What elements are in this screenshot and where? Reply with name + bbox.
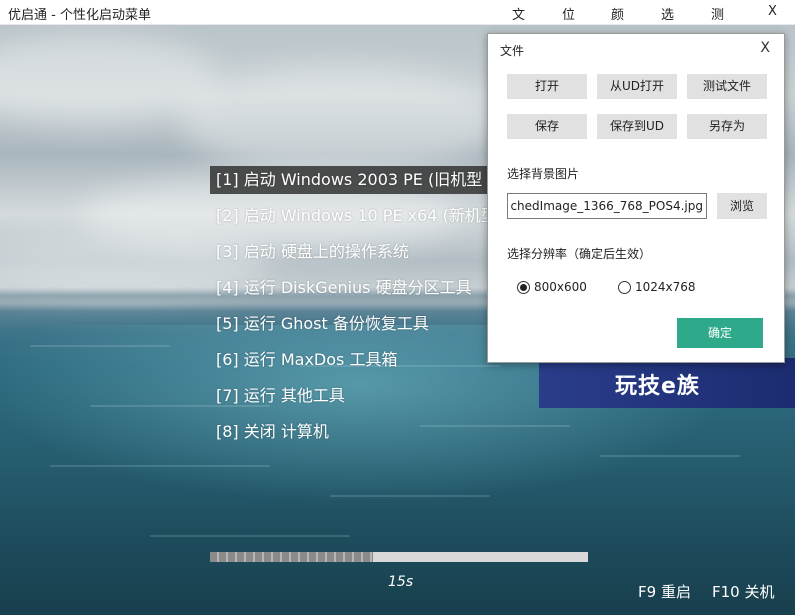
radio-800x600-label: 800x600 [534, 280, 587, 294]
title-bar: 优启通 - 个性化启动菜单 文件 位置 颜色 选项 测试 X [0, 0, 795, 42]
open-from-ud-button[interactable]: 从UD打开 [597, 74, 677, 99]
radio-800x600[interactable]: 800x600 [517, 280, 587, 294]
shutdown-hint: F10 关机 [712, 583, 775, 601]
watermark-logo: 玩技e族 [539, 358, 795, 408]
app-title: 优启通 - 个性化启动菜单 [8, 8, 151, 23]
save-to-ud-button[interactable]: 保存到UD [597, 114, 677, 139]
boot-item-8[interactable]: [8] 关闭 计算机 [210, 418, 500, 446]
resolution-label: 选择分辨率（确定后生效） [507, 247, 652, 261]
file-dialog: 文件 X 打开 从UD打开 测试文件 保存 保存到UD 另存为 选择背景图片 浏… [487, 33, 785, 363]
countdown-timer: 15s [388, 574, 414, 590]
radio-checked-icon [517, 280, 530, 294]
radio-1024x768[interactable]: 1024x768 [618, 280, 696, 294]
save-as-button[interactable]: 另存为 [687, 114, 767, 139]
dialog-close-button[interactable]: X [760, 40, 770, 56]
boot-item-7[interactable]: [7] 运行 其他工具 [210, 382, 500, 410]
countdown-progress-bar [210, 552, 588, 562]
confirm-button[interactable]: 确定 [677, 318, 763, 348]
background-file-field[interactable] [507, 193, 707, 219]
test-file-button[interactable]: 测试文件 [687, 74, 767, 99]
boot-item-6[interactable]: [6] 运行 MaxDos 工具箱 [210, 346, 500, 374]
progress-fill [210, 552, 373, 562]
boot-item-2[interactable]: [2] 启动 Windows 10 PE x64 (新机型 [210, 202, 500, 230]
background-image-label: 选择背景图片 [507, 167, 580, 181]
dialog-title: 文件 [500, 44, 525, 58]
save-button[interactable]: 保存 [507, 114, 587, 139]
boot-item-3[interactable]: [3] 启动 硬盘上的操作系统 [210, 238, 500, 266]
browse-button[interactable]: 浏览 [717, 193, 767, 219]
radio-1024x768-label: 1024x768 [635, 280, 696, 294]
open-button[interactable]: 打开 [507, 74, 587, 99]
reboot-hint: F9 重启 [638, 583, 691, 601]
boot-item-4[interactable]: [4] 运行 DiskGenius 硬盘分区工具 [210, 274, 500, 302]
boot-item-5[interactable]: [5] 运行 Ghost 备份恢复工具 [210, 310, 500, 338]
watermark-text: 玩技e族 [615, 374, 700, 399]
boot-item-1[interactable]: [1] 启动 Windows 2003 PE (旧机型 [210, 166, 500, 194]
radio-unchecked-icon [618, 280, 631, 294]
close-window-button[interactable]: X [768, 4, 777, 19]
